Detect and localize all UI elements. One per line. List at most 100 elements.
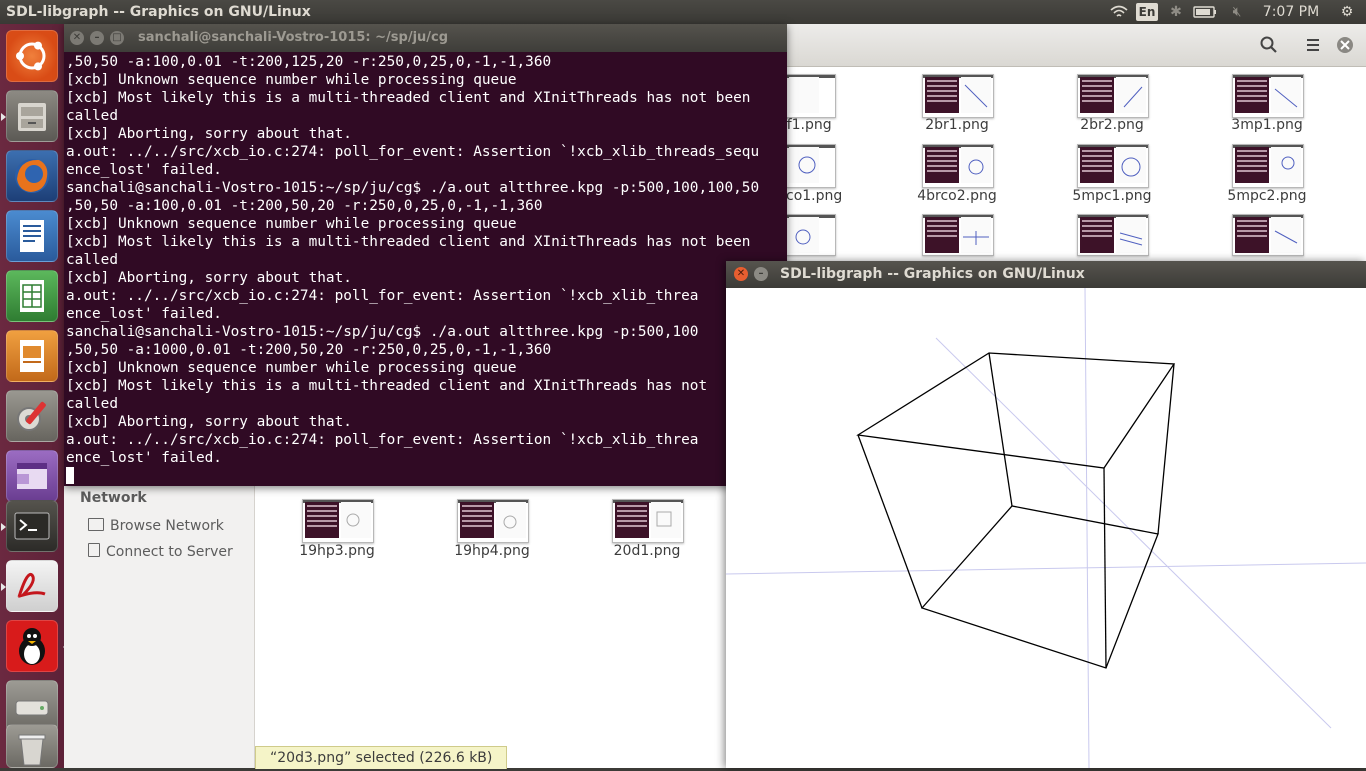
x-axis-line [726, 562, 1366, 575]
network-icon [88, 518, 104, 531]
terminal-line: [xcb] Aborting, sorry about that. [66, 414, 352, 430]
trash-icon[interactable] [6, 724, 58, 768]
sidebar-item-browse-network[interactable]: Browse Network [88, 518, 224, 534]
file-thumbnail[interactable] [922, 74, 994, 118]
terminal-line: called [66, 108, 118, 124]
terminal-title: sanchali@sanchali-Vostro-1015: ~/sp/ju/c… [138, 30, 449, 45]
bluetooth-icon[interactable]: ✱ [1164, 0, 1188, 24]
minimize-icon[interactable]: – [90, 31, 104, 45]
keyboard-layout-indicator[interactable]: En [1136, 3, 1158, 21]
close-icon[interactable]: ✕ [734, 267, 748, 281]
terminal-line: [xcb] Unknown sequence number while proc… [66, 72, 517, 88]
sidebar-item-label: Connect to Server [106, 544, 233, 560]
sdl-window-title: SDL-libgraph -- Graphics on GNU/Linux [780, 266, 1085, 282]
terminal-line: [xcb] Most likely this is a multi-thread… [66, 378, 708, 394]
clock[interactable]: 7:07 PM [1256, 0, 1326, 24]
file-thumbnail[interactable] [1077, 74, 1149, 118]
minimize-icon[interactable]: – [754, 267, 768, 281]
file-manager-toolbar [784, 24, 1366, 67]
terminal-line: a.out: ../../src/xcb_io.c:274: poll_for_… [66, 288, 699, 304]
firefox-icon[interactable] [6, 150, 58, 202]
file-name[interactable]: 3mp1.png [1202, 117, 1332, 133]
server-icon [88, 543, 100, 557]
file-name[interactable]: 20d1.png [582, 543, 712, 559]
sdl-libgraph-app-icon[interactable] [6, 620, 68, 672]
terminal-line: [xcb] Most likely this is a multi-thread… [66, 90, 751, 106]
file-thumbnail[interactable] [786, 74, 836, 118]
terminal-line: [xcb] Most likely this is a multi-thread… [66, 234, 751, 250]
files-icon[interactable] [1, 90, 58, 142]
libreoffice-calc-icon[interactable] [6, 270, 58, 322]
file-thumbnail[interactable] [1077, 214, 1149, 256]
maximize-icon[interactable]: □ [110, 31, 124, 45]
selection-status-bar: “20d3.png” selected (226.6 kB) [255, 746, 508, 769]
terminal-line: called [66, 396, 118, 412]
places-sidebar: Network Browse Network Connect to Server [64, 484, 255, 768]
libreoffice-writer-icon[interactable] [6, 210, 58, 262]
wifi-icon[interactable] [1106, 0, 1132, 24]
file-name[interactable]: co1.png [786, 188, 846, 204]
terminal-line: ence_lost' failed. [66, 306, 222, 322]
libreoffice-impress-icon[interactable] [6, 330, 58, 382]
terminal-line: ,50,50 -a:100,0.01 -t:200,125,20 -r:250,… [66, 54, 552, 70]
pdf-reader-icon[interactable] [1, 560, 58, 612]
y-axis-line [1084, 288, 1090, 768]
terminal-line: sanchali@sanchali-Vostro-1015:~/sp/ju/cg… [66, 180, 760, 196]
battery-icon[interactable] [1190, 0, 1220, 24]
terminal-line: [xcb] Aborting, sorry about that. [66, 270, 352, 286]
terminal-titlebar[interactable]: ✕ – □ sanchali@sanchali-Vostro-1015: ~/s… [64, 24, 787, 52]
file-thumbnail[interactable] [786, 214, 836, 256]
file-thumbnail[interactable] [786, 144, 836, 188]
terminal-line: [xcb] Unknown sequence number while proc… [66, 360, 517, 376]
file-thumbnail[interactable] [457, 499, 529, 543]
terminal-line: sanchali@sanchali-Vostro-1015:~/sp/ju/cg… [66, 324, 699, 340]
close-window-button[interactable] [1328, 31, 1362, 59]
terminal-window[interactable]: ✕ – □ sanchali@sanchali-Vostro-1015: ~/s… [64, 24, 787, 486]
terminal-line: [xcb] Unknown sequence number while proc… [66, 216, 517, 232]
file-thumbnail[interactable] [612, 499, 684, 543]
file-thumbnail[interactable] [1232, 74, 1304, 118]
launcher [0, 24, 68, 768]
sdl-graphics-window[interactable]: ✕ – SDL-libgraph -- Graphics on GNU/Linu… [726, 261, 1366, 768]
file-name[interactable]: 5mpc2.png [1202, 188, 1332, 204]
file-name[interactable]: 2br1.png [892, 117, 1022, 133]
terminal-icon[interactable] [1, 500, 58, 552]
graphics-canvas [726, 288, 1366, 768]
terminal-line: a.out: ../../src/xcb_io.c:274: poll_for_… [66, 432, 699, 448]
system-settings-icon[interactable] [6, 390, 58, 442]
file-thumbnail[interactable] [1232, 144, 1304, 188]
volume-muted-icon[interactable]: 🔇︎ [1224, 0, 1250, 24]
file-name[interactable]: ff1.png [782, 117, 842, 133]
active-window-title: SDL-libgraph -- Graphics on GNU/Linux [6, 4, 311, 20]
file-thumbnail[interactable] [302, 499, 374, 543]
network-section-heading: Network [80, 490, 147, 506]
file-thumbnail[interactable] [1077, 144, 1149, 188]
file-thumbnail[interactable] [922, 214, 994, 256]
file-name[interactable]: 2br2.png [1047, 117, 1177, 133]
workspace-switcher-icon[interactable] [6, 450, 58, 502]
sidebar-item-connect-to-server[interactable]: Connect to Server [88, 543, 233, 560]
menu-button[interactable] [1296, 31, 1330, 59]
file-name[interactable]: 19hp3.png [272, 543, 402, 559]
terminal-line: called [66, 252, 118, 268]
terminal-line: ence_lost' failed. [66, 162, 222, 178]
top-panel: SDL-libgraph -- Graphics on GNU/Linux En… [0, 0, 1366, 24]
file-name[interactable]: 5mpc1.png [1047, 188, 1177, 204]
ubuntu-dash-icon[interactable] [6, 30, 58, 82]
sidebar-item-label: Browse Network [110, 518, 224, 534]
search-button[interactable] [1252, 31, 1286, 59]
terminal-line: ence_lost' failed. [66, 450, 222, 466]
file-name[interactable]: 4brco2.png [892, 188, 1022, 204]
file-thumbnail[interactable] [922, 144, 994, 188]
sdl-window-titlebar[interactable]: ✕ – SDL-libgraph -- Graphics on GNU/Linu… [726, 261, 1366, 288]
terminal-cursor [66, 467, 787, 486]
terminal-line: ,50,50 -a:1000,0.01 -t:200,50,20 -r:250,… [66, 342, 552, 358]
file-thumbnail[interactable] [1232, 214, 1304, 256]
terminal-output[interactable]: ,50,50 -a:100,0.01 -t:200,125,20 -r:250,… [66, 53, 787, 486]
file-name[interactable]: 19hp4.png [427, 543, 557, 559]
close-icon[interactable]: ✕ [70, 31, 84, 45]
gear-icon[interactable]: ⚙ [1334, 0, 1360, 24]
terminal-line: ,50,50 -a:100,0.01 -t:200,50,20 -r:250,0… [66, 198, 543, 214]
wireframe-cube [856, 352, 1176, 669]
terminal-line: a.out: ../../src/xcb_io.c:274: poll_for_… [66, 144, 760, 160]
